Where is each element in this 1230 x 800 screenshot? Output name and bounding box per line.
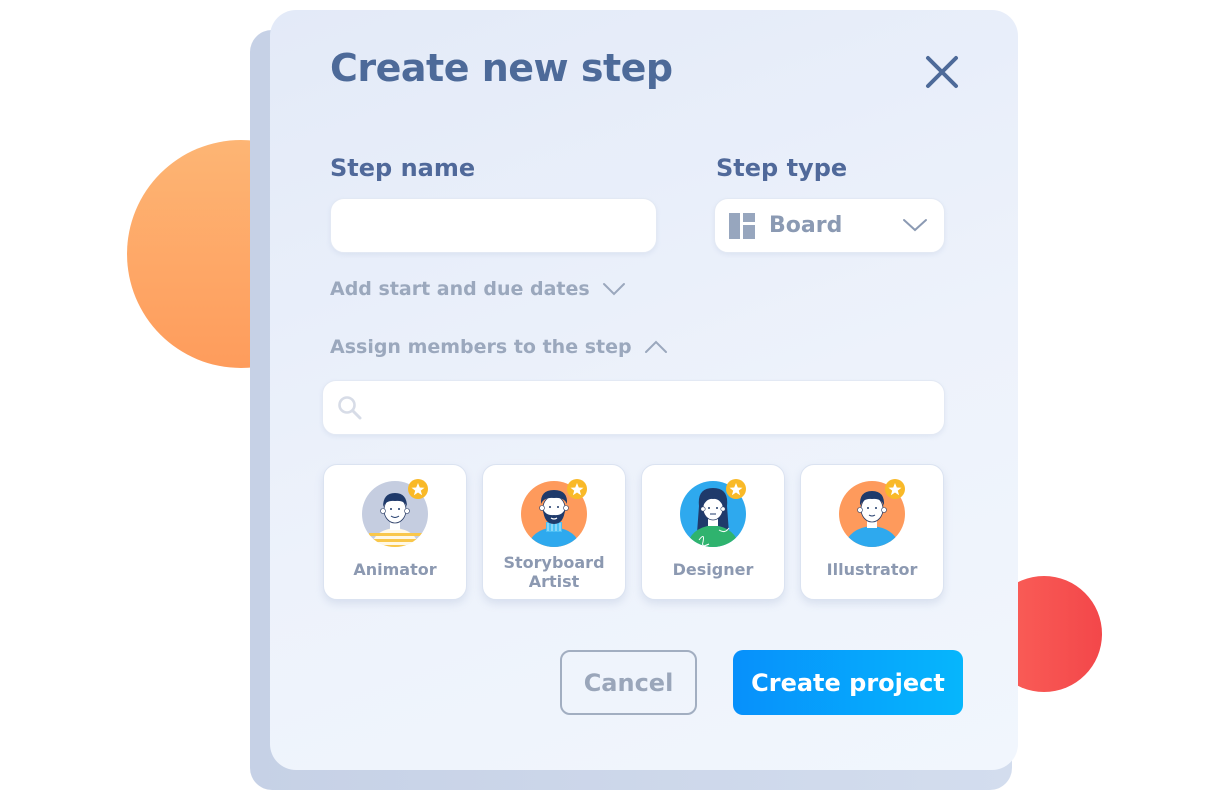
avatar-storyboard-artist	[521, 479, 587, 547]
dates-toggle-label: Add start and due dates	[330, 278, 590, 300]
member-role: Designer	[672, 560, 754, 579]
members-toggle-label: Assign members to the step	[330, 336, 632, 358]
step-type-value: Board	[769, 213, 843, 238]
dates-toggle[interactable]: Add start and due dates	[330, 278, 626, 300]
chevron-down-icon	[602, 283, 625, 296]
create-step-dialog: Create new step Step name Step type Boar…	[270, 10, 1018, 770]
member-role: Animator	[353, 560, 437, 579]
member-role: Illustrator	[826, 560, 918, 579]
close-button[interactable]	[922, 52, 962, 92]
member-card-designer[interactable]: Designer	[641, 464, 785, 600]
step-type-select[interactable]: Board	[714, 198, 945, 253]
avatar-illustrator	[839, 479, 905, 547]
member-role-line-1: Storyboard	[503, 553, 605, 572]
board-layout-icon	[729, 212, 755, 239]
avatar-designer	[680, 479, 746, 547]
close-icon	[926, 56, 958, 88]
chevron-up-icon	[644, 340, 667, 353]
member-role: Storyboard Artist	[483, 553, 625, 591]
chevron-down-icon	[903, 219, 927, 232]
search-icon	[338, 395, 362, 419]
members-toggle[interactable]: Assign members to the step	[330, 336, 668, 358]
member-search[interactable]	[322, 380, 945, 435]
member-card-illustrator[interactable]: Illustrator	[800, 464, 944, 600]
member-search-input[interactable]	[363, 381, 944, 434]
step-name-label: Step name	[330, 154, 476, 182]
create-project-button[interactable]: Create project	[733, 650, 963, 715]
step-type-label: Step type	[716, 154, 848, 182]
dialog-title: Create new step	[330, 46, 673, 90]
cancel-button[interactable]: Cancel	[560, 650, 697, 715]
avatar-animator	[362, 479, 428, 547]
step-name-input[interactable]	[330, 198, 657, 253]
member-card-animator[interactable]: Animator	[323, 464, 467, 600]
member-role-line-2: Artist	[528, 572, 580, 591]
member-card-storyboard-artist[interactable]: Storyboard Artist	[482, 464, 626, 600]
member-list: Animator Storyboard Artist Designer Illu…	[323, 464, 944, 600]
